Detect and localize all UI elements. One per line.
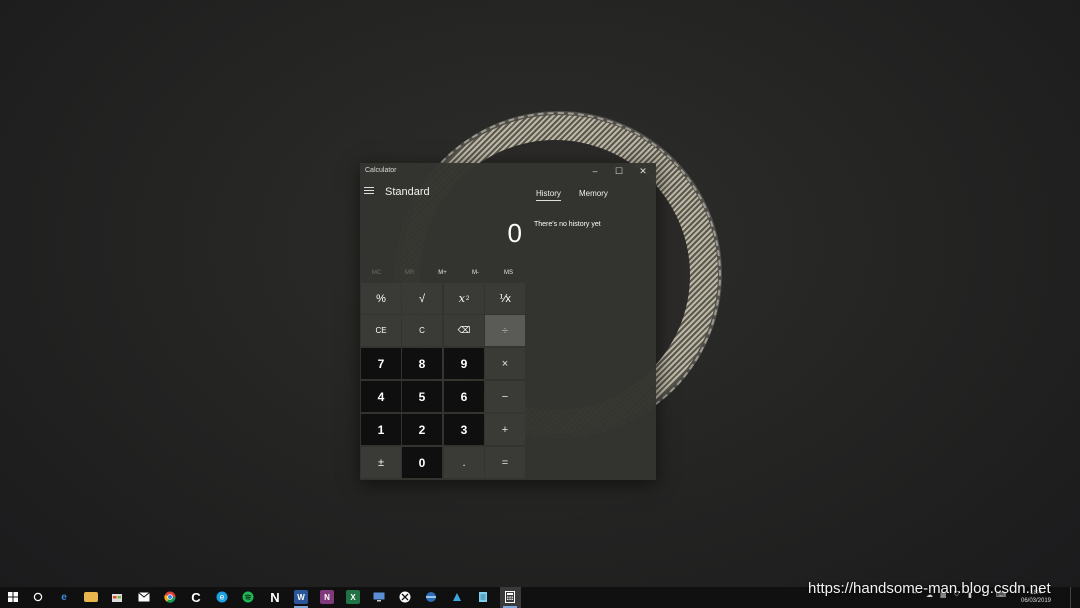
multiply-button[interactable]: × bbox=[485, 348, 525, 379]
mode-title: Standard bbox=[385, 186, 430, 198]
calculator-icon[interactable] bbox=[503, 590, 517, 604]
memory-add-button[interactable]: M+ bbox=[426, 267, 459, 279]
window-title: Calculator bbox=[365, 167, 397, 174]
media-player-icon[interactable] bbox=[424, 590, 438, 604]
digit-6-button[interactable]: 6 bbox=[444, 381, 484, 412]
mail-icon[interactable] bbox=[137, 590, 151, 604]
store-icon[interactable] bbox=[110, 590, 124, 604]
square-button[interactable]: x2 bbox=[444, 283, 484, 314]
divide-button[interactable]: ÷ bbox=[485, 315, 525, 346]
memory-clear-button[interactable]: MC bbox=[360, 267, 393, 279]
excel-icon[interactable]: X bbox=[346, 590, 360, 604]
remote-desktop-icon[interactable] bbox=[372, 590, 386, 604]
clear-button[interactable]: C bbox=[402, 315, 442, 346]
square-exponent-label: 2 bbox=[465, 295, 470, 302]
decimal-button[interactable]: . bbox=[444, 447, 484, 478]
show-desktop-button[interactable] bbox=[1070, 587, 1080, 608]
square-root-button[interactable]: √ bbox=[402, 283, 442, 314]
digit-9-button[interactable]: 9 bbox=[444, 348, 484, 379]
hamburger-menu-icon[interactable] bbox=[364, 187, 374, 195]
file-explorer-icon[interactable] bbox=[84, 592, 98, 602]
backspace-button[interactable]: ⌫ bbox=[444, 315, 484, 346]
chrome-icon[interactable] bbox=[163, 590, 177, 604]
digit-5-button[interactable]: 5 bbox=[402, 381, 442, 412]
memory-recall-button[interactable]: MR bbox=[393, 267, 426, 279]
paint-3d-icon[interactable] bbox=[450, 590, 464, 604]
notion-icon[interactable]: N bbox=[268, 590, 282, 605]
edge-browser-icon[interactable]: e bbox=[57, 590, 71, 604]
clear-entry-button[interactable]: CE bbox=[361, 315, 401, 346]
digit-4-button[interactable]: 4 bbox=[361, 381, 401, 412]
digit-8-button[interactable]: 8 bbox=[402, 348, 442, 379]
digit-0-button[interactable]: 0 bbox=[402, 447, 442, 478]
equals-button[interactable]: = bbox=[485, 447, 525, 478]
memory-store-button[interactable]: MS bbox=[492, 267, 525, 279]
reciprocal-button[interactable]: ⅟x bbox=[485, 283, 525, 314]
subtract-button[interactable]: − bbox=[485, 381, 525, 412]
spotify-icon[interactable] bbox=[241, 590, 255, 604]
square-base-label: x bbox=[458, 292, 465, 305]
clock-date: 06/03/2019 bbox=[1020, 598, 1052, 604]
history-panel: History Memory There's no history yet bbox=[528, 179, 656, 479]
result-display: 0 bbox=[507, 218, 522, 248]
maximize-button[interactable]: ☐ bbox=[608, 165, 630, 177]
digit-1-button[interactable]: 1 bbox=[361, 414, 401, 445]
close-button[interactable]: ✕ bbox=[632, 165, 654, 177]
tab-history[interactable]: History bbox=[536, 189, 561, 201]
minimize-button[interactable]: – bbox=[584, 165, 606, 177]
calculator-window: Calculator – ☐ ✕ Standard 0 MC MR M+ M- … bbox=[360, 163, 656, 480]
digit-7-button[interactable]: 7 bbox=[361, 348, 401, 379]
watermark-text: https://handsome-man.blog.csdn.net bbox=[808, 580, 1051, 597]
negate-button[interactable]: ± bbox=[361, 447, 401, 478]
memory-row: MC MR M+ M- MS bbox=[360, 267, 526, 279]
add-button[interactable]: + bbox=[485, 414, 525, 445]
title-bar[interactable]: Calculator – ☐ ✕ bbox=[360, 163, 656, 179]
xbox-icon[interactable] bbox=[398, 590, 412, 604]
memory-subtract-button[interactable]: M- bbox=[459, 267, 492, 279]
digit-2-button[interactable]: 2 bbox=[402, 414, 442, 445]
word-icon[interactable]: W bbox=[294, 590, 308, 604]
notepad-icon[interactable] bbox=[476, 590, 490, 604]
svg-text:e: e bbox=[220, 593, 225, 602]
ccleaner-icon[interactable]: C bbox=[189, 590, 203, 605]
browser-e-icon[interactable]: e bbox=[215, 590, 229, 604]
cortana-search-icon[interactable] bbox=[31, 590, 45, 604]
tab-memory[interactable]: Memory bbox=[579, 189, 608, 198]
history-empty-message: There's no history yet bbox=[534, 221, 601, 228]
digit-3-button[interactable]: 3 bbox=[444, 414, 484, 445]
windows-start-icon[interactable] bbox=[6, 590, 20, 604]
onenote-icon[interactable]: N bbox=[320, 590, 334, 604]
percent-button[interactable]: % bbox=[361, 283, 401, 314]
